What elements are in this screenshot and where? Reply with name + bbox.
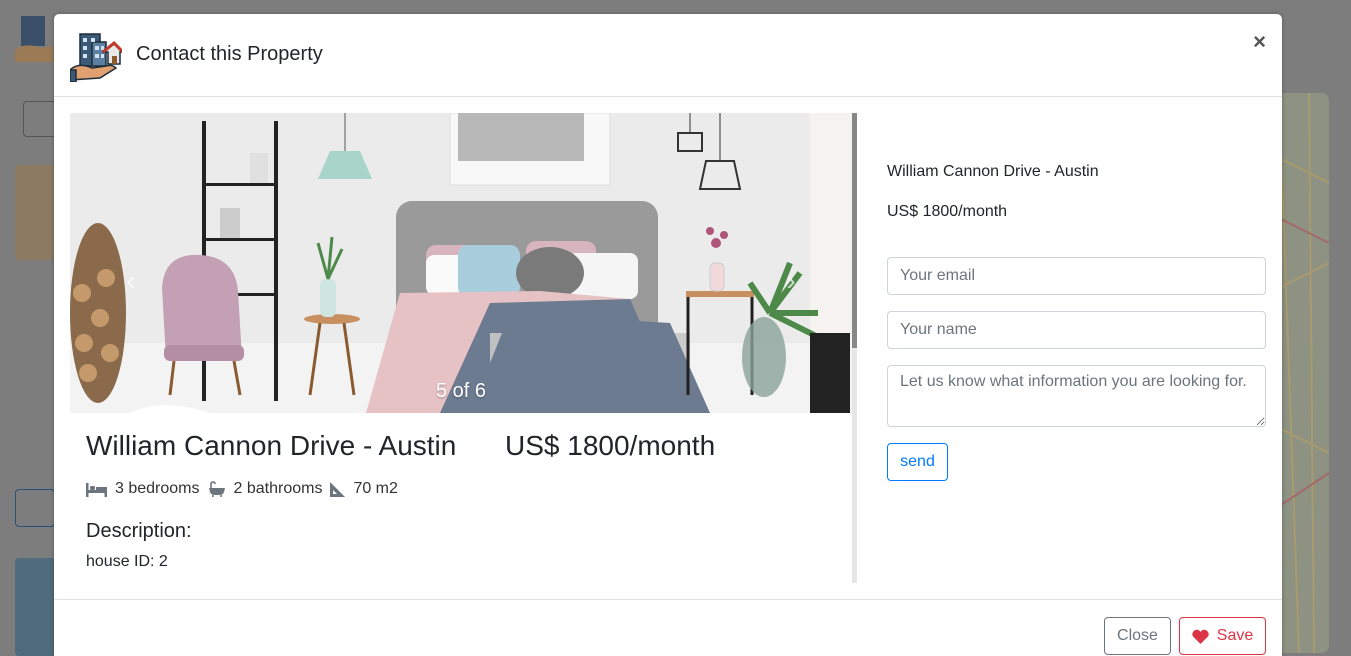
name-field[interactable] [887, 311, 1266, 349]
chevron-right-icon[interactable]: › [778, 267, 804, 295]
form-property-price: US$ 1800/month [887, 203, 1008, 220]
close-icon[interactable]: × [1253, 28, 1266, 56]
feature-area: 70 m2 [330, 480, 398, 498]
modal-footer: Close Save [54, 599, 1282, 656]
background-card-button [15, 489, 55, 527]
chevron-left-icon[interactable]: ‹ [118, 267, 144, 295]
email-field[interactable] [887, 257, 1266, 295]
save-button-label: Save [1216, 627, 1254, 644]
feature-bathrooms-label: 2 bathrooms [233, 480, 323, 497]
bed-icon [86, 483, 107, 497]
image-carousel[interactable]: ‹ › 5 of 6 [70, 113, 852, 413]
close-button[interactable]: Close [1104, 617, 1171, 655]
modal-title: Contact this Property [136, 43, 323, 65]
feature-bedrooms-label: 3 bedrooms [115, 480, 200, 497]
modal-body: ‹ › 5 of 6 William Cannon Drive - Austin… [54, 98, 1282, 600]
house-id: house ID: 2 [86, 553, 168, 570]
background-logo [15, 16, 53, 62]
carousel-image [70, 113, 852, 413]
form-property-title: William Cannon Drive - Austin [887, 163, 1099, 180]
send-button[interactable]: send [887, 443, 948, 481]
property-title: William Cannon Drive - Austin [86, 430, 457, 461]
message-field[interactable] [887, 365, 1266, 427]
background-card-image [15, 165, 55, 260]
contact-form: William Cannon Drive - Austin US$ 1800/m… [887, 98, 1266, 600]
feature-area-label: 70 m2 [353, 480, 398, 497]
property-price: US$ 1800/month [505, 430, 716, 461]
background-card-image-2 [15, 558, 55, 656]
scrollbar-thumb[interactable] [852, 113, 857, 348]
property-logo-icon [70, 33, 122, 82]
feature-bathrooms: 2 bathrooms [208, 480, 323, 498]
modal-header: Contact this Property × [54, 14, 1282, 97]
contact-modal: Contact this Property × ‹ › 5 of 6 Willi… [54, 14, 1282, 656]
carousel-counter: 5 of 6 [435, 380, 487, 402]
ruler-triangle-icon [330, 481, 346, 497]
save-button[interactable]: Save [1179, 617, 1266, 655]
description-heading: Description: [86, 520, 192, 542]
property-features: 3 bedrooms 2 bathrooms 70 m2 [86, 479, 406, 499]
bath-icon [208, 481, 225, 497]
property-details: ‹ › 5 of 6 William Cannon Drive - Austin… [70, 113, 852, 583]
heart-icon [1192, 629, 1209, 644]
feature-bedrooms: 3 bedrooms [86, 480, 200, 498]
